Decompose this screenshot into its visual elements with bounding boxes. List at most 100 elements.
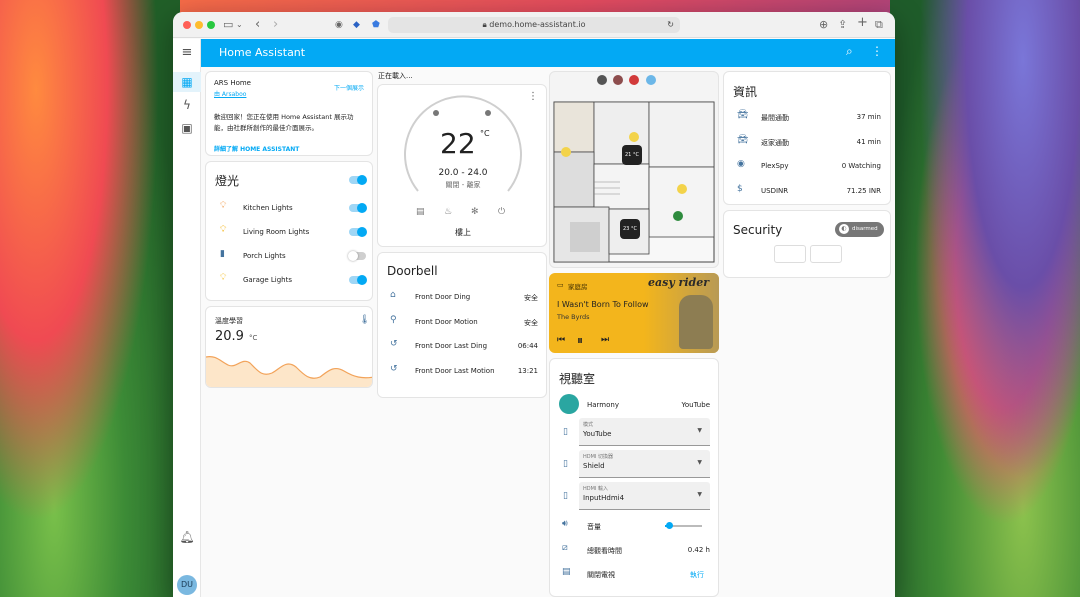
download-icon[interactable]: ⊕: [819, 18, 828, 32]
forward-icon[interactable]: ›: [273, 18, 278, 32]
calendar-icon[interactable]: ▤: [416, 207, 425, 217]
floorplan[interactable]: [550, 72, 719, 268]
remote-icon: ▯: [563, 427, 568, 437]
theater-card: 視聽室 Harmony YouTube ▯ 模式 YouTube ▼ ▯ HDMI 切換器…: [549, 358, 719, 597]
more-vert-icon[interactable]: ⋮: [528, 91, 538, 102]
doorbell-card: Doorbell ⌂ Front Door Ding 安全 ⚲ Front Door M…: [377, 252, 547, 398]
welcome-message: 歡迎回家！您正在使用 Home Assistant 展示功能，由社群所創作的最佳…: [214, 113, 354, 132]
security-card: Security ◐ disarmed: [723, 210, 891, 278]
floorplan-card: 21 °C 23 °C: [549, 71, 719, 268]
alarm-state-text: disarmed: [852, 226, 878, 232]
theater-title: 視聽室: [559, 372, 596, 386]
notifications-icon[interactable]: 🔔︎: [173, 530, 201, 544]
learn-more-link[interactable]: 詳細了解 HOME ASSISTANT: [214, 144, 299, 153]
next-demo-link[interactable]: 下一個展示: [334, 83, 364, 92]
harmony-value: YouTube: [681, 401, 710, 409]
lightbulb-icon: 💡︎: [220, 225, 227, 235]
pause-button[interactable]: ⏸: [577, 333, 583, 348]
more-vert-icon[interactable]: ⋮: [871, 44, 883, 58]
dashboard-icon[interactable]: ▦: [173, 72, 201, 92]
info-card: 資訊 🚘︎ 最間通勤 37 min 🚘︎ 返家通勤 41 min ◉ PlexSpy 0 Wat…: [723, 71, 891, 205]
info-label: 最間通勤: [761, 114, 789, 122]
alarm-code-key[interactable]: [774, 245, 806, 263]
loading-text: 正在載入...: [378, 72, 413, 80]
light-label: Kitchen Lights: [243, 204, 293, 212]
light-toggle[interactable]: [349, 275, 367, 285]
back-icon[interactable]: ‹: [255, 18, 260, 32]
tv-off-run-button[interactable]: 執行: [690, 570, 704, 580]
sidebar-toggle-icon[interactable]: ▭: [223, 18, 233, 32]
previous-track-button[interactable]: ⏮: [557, 335, 565, 345]
media-player-card: easy rider ▭ 家庭房 I Wasn't Born To Follow…: [549, 273, 719, 353]
info-value: 0 Watching: [841, 162, 881, 170]
energy-icon[interactable]: ϟ: [173, 98, 201, 112]
lightbulb-icon: 💡︎: [220, 201, 227, 211]
logbook-icon[interactable]: ▣: [173, 121, 201, 135]
doorbell-label: Front Door Motion: [415, 317, 478, 326]
eye-icon: ◉: [737, 159, 745, 169]
minimize-window-button[interactable]: [195, 21, 203, 29]
volume-slider[interactable]: [665, 522, 702, 529]
author-link[interactable]: 由 Arsaboo: [214, 89, 246, 98]
extension-icon[interactable]: ◆: [353, 18, 360, 32]
snowflake-icon[interactable]: ✻: [471, 207, 479, 217]
next-track-button[interactable]: ⏭: [601, 335, 609, 345]
chevron-down-icon: ▼: [697, 427, 702, 434]
extension-icon[interactable]: ◉: [335, 18, 343, 32]
select-value: InputHdmi4: [583, 494, 625, 502]
album-art: easy rider: [644, 273, 719, 353]
info-title: 資訊: [733, 85, 758, 99]
light-toggle[interactable]: [349, 227, 367, 237]
media-source: 家庭房: [568, 283, 588, 291]
watch-time-label: 總觀看時間: [587, 547, 622, 555]
alarm-code-key[interactable]: [810, 245, 842, 263]
light-label: Porch Lights: [243, 252, 286, 260]
alarm-state-badge[interactable]: ◐ disarmed: [835, 222, 884, 237]
info-label: 返家通勤: [761, 138, 789, 147]
chevron-down-icon[interactable]: ⌄: [236, 18, 243, 32]
dashboard-content: ARS Home 由 Arsaboo 下一個展示 歡迎回家！您正在使用 Home…: [201, 67, 895, 597]
info-label: USDINR: [761, 186, 789, 195]
close-window-button[interactable]: [183, 21, 191, 29]
address-bar[interactable]: 🔒︎ demo.home-assistant.io ↻: [388, 17, 680, 33]
light-toggle[interactable]: [349, 203, 367, 213]
doorbell-value: 06:44: [517, 342, 538, 350]
new-tab-icon[interactable]: +: [857, 16, 868, 30]
media-song: I Wasn't Born To Follow: [557, 300, 649, 309]
share-icon[interactable]: ⇪: [838, 18, 847, 32]
select-label: 模式: [583, 422, 594, 428]
chart-line-icon: ⧄: [562, 543, 568, 553]
doorbell-value: 13:21: [517, 366, 538, 375]
floorplan-temp-2: 23 °C: [623, 226, 637, 232]
chevron-down-icon: ▼: [697, 491, 702, 498]
tab-overview-icon[interactable]: ⧉: [875, 18, 883, 32]
input-select[interactable]: HDMI 切換器 Shield ▼: [579, 450, 710, 478]
reload-icon[interactable]: ↻: [667, 17, 674, 33]
watch-time-value: 0.42 h: [687, 546, 710, 554]
temperature-card: 溫度學習 🌡︎ 20.9 °C: [205, 306, 373, 388]
lock-icon: 🔒︎: [482, 20, 487, 29]
select-value: Shield: [583, 462, 605, 470]
shield-icon[interactable]: ⬟: [372, 18, 380, 32]
search-icon[interactable]: ⌕: [846, 44, 853, 59]
light-toggle[interactable]: [348, 251, 366, 261]
fire-icon[interactable]: ♨︎: [444, 207, 452, 217]
power-icon[interactable]: ⏻: [498, 207, 505, 217]
thermostat-value: 22: [440, 127, 476, 160]
history-icon: ↺: [390, 363, 398, 374]
select-value: YouTube: [583, 430, 612, 438]
album-art-text: easy rider: [648, 276, 709, 289]
lights-master-toggle[interactable]: [349, 175, 367, 185]
input-select[interactable]: 模式 YouTube ▼: [579, 418, 710, 446]
thermometer-icon: 🌡︎: [359, 315, 371, 325]
zoom-window-button[interactable]: [207, 21, 215, 29]
thermostat-range: 20.0 - 24.0: [438, 168, 488, 178]
doorbell-title: Doorbell: [387, 264, 438, 278]
avatar[interactable]: DU: [177, 575, 197, 595]
doorbell-label: Front Door Last Motion: [415, 366, 495, 375]
media-artist: The Byrds: [557, 313, 590, 321]
harmony-label: Harmony: [587, 401, 619, 409]
menu-icon[interactable]: ≡: [173, 45, 201, 60]
input-select[interactable]: HDMI 輸入 InputHdmi4 ▼: [579, 482, 710, 510]
select-label: HDMI 切換器: [583, 454, 613, 460]
